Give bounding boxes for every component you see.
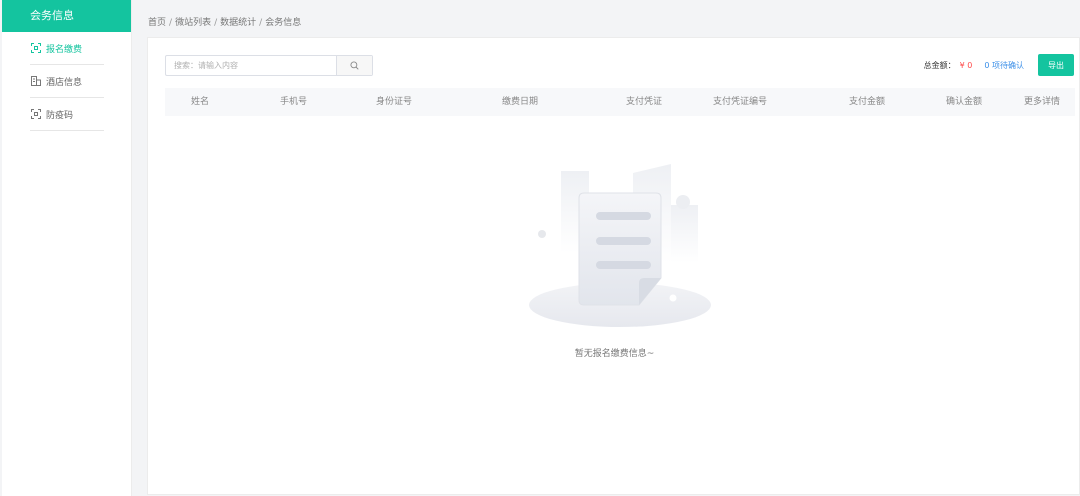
breadcrumb: 首页 / 微站列表 / 数据统计 / 会务信息 xyxy=(148,15,301,28)
sidebar-item-registration-payment[interactable]: 报名缴费 xyxy=(30,32,104,65)
search-box xyxy=(165,55,373,76)
sidebar-item-label: 防疫码 xyxy=(46,110,74,121)
column-header-payment-date: 缴费日期 xyxy=(502,97,539,107)
breadcrumb-item-statistics[interactable]: 数据统计 xyxy=(220,18,256,28)
search-icon xyxy=(350,61,359,70)
breadcrumb-separator: / xyxy=(214,18,218,28)
column-header-name: 姓名 xyxy=(191,97,210,107)
main-panel: 总金额： ¥ 0 0 项待确认 导出 姓名 手机号 身份证号 缴费日期 支付凭证… xyxy=(147,37,1080,495)
total-amount-label: 总金额： xyxy=(923,61,956,70)
sidebar-item-label: 酒店信息 xyxy=(46,77,83,88)
column-header-proof-number: 支付凭证编号 xyxy=(713,97,768,107)
column-header-phone: 手机号 xyxy=(280,97,308,107)
sidebar: 会务信息 报名缴费 酒店信息 防疫码 xyxy=(2,0,132,496)
totals-summary: 总金额： ¥ 0 0 项待确认 xyxy=(924,60,1024,71)
column-header-payment-amount: 支付金额 xyxy=(849,97,886,107)
column-header-payment-proof: 支付凭证 xyxy=(626,97,663,107)
pending-confirm-link[interactable]: 0 项待确认 xyxy=(984,60,1024,71)
qr-scan-icon xyxy=(30,43,41,54)
building-icon xyxy=(30,76,41,87)
column-header-more-details: 更多详情 xyxy=(1024,97,1061,107)
table-header: 姓名 手机号 身份证号 缴费日期 支付凭证 支付凭证编号 支付金额 确认金额 更… xyxy=(165,88,1075,116)
breadcrumb-item-site-list[interactable]: 微站列表 xyxy=(175,18,211,28)
breadcrumb-separator: / xyxy=(169,18,173,28)
empty-state-text: 暂无报名缴费信息~ xyxy=(574,349,655,359)
column-header-confirmed-amount: 确认金额 xyxy=(946,97,983,107)
total-amount-value: ¥ 0 xyxy=(959,61,973,70)
sidebar-item-hotel-info[interactable]: 酒店信息 xyxy=(30,65,104,98)
breadcrumb-separator: / xyxy=(259,18,263,28)
export-button[interactable]: 导出 xyxy=(1038,54,1074,76)
search-button[interactable] xyxy=(336,56,372,75)
sidebar-header[interactable]: 会务信息 xyxy=(2,0,131,32)
breadcrumb-item-current: 会务信息 xyxy=(265,18,302,28)
sidebar-item-label: 报名缴费 xyxy=(46,44,83,55)
qr-code-icon xyxy=(30,109,41,120)
search-input[interactable] xyxy=(166,56,336,75)
empty-state-illustration xyxy=(529,164,711,327)
column-header-id-number: 身份证号 xyxy=(376,97,413,107)
breadcrumb-item-home[interactable]: 首页 xyxy=(148,18,166,28)
sidebar-item-health-code[interactable]: 防疫码 xyxy=(30,98,104,131)
topbar: 首页 / 微站列表 / 数据统计 / 会务信息 xyxy=(133,0,1080,37)
